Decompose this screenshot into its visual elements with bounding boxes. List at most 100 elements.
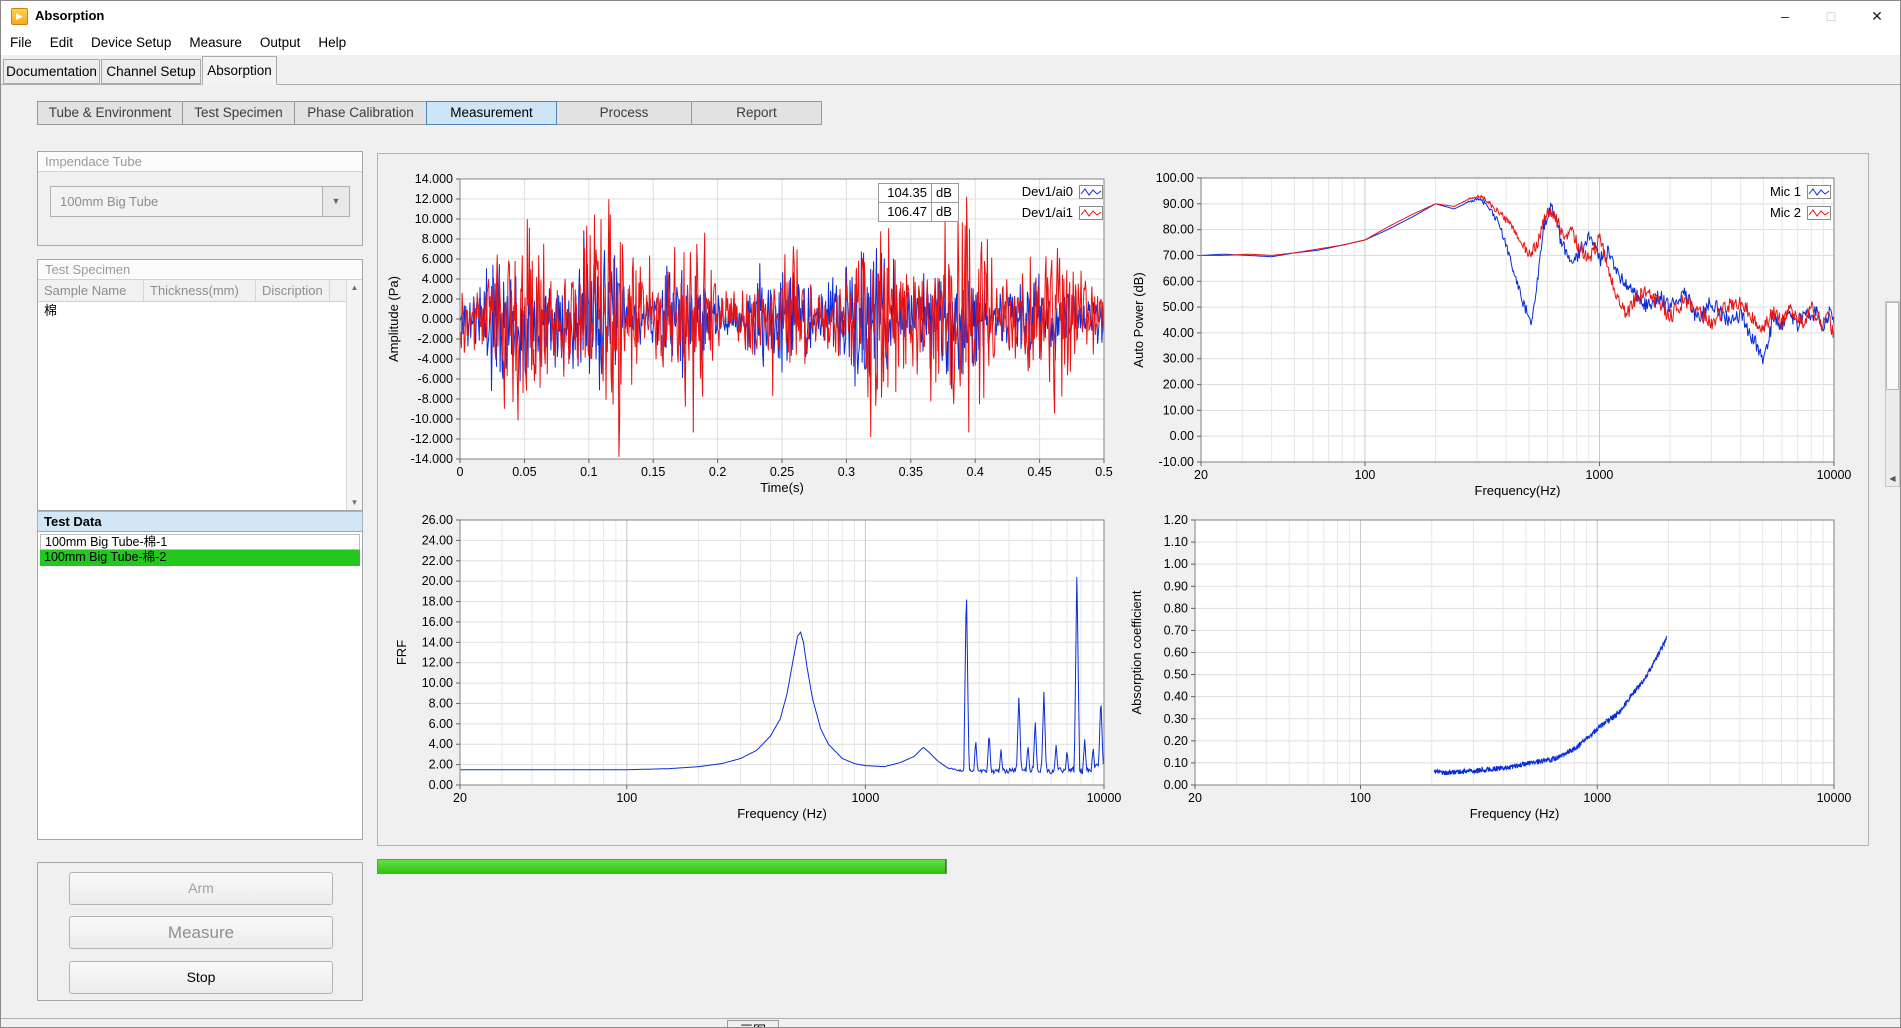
- svg-text:0.00: 0.00: [1164, 778, 1188, 792]
- svg-text:60.00: 60.00: [1163, 274, 1194, 288]
- tab-documentation[interactable]: Documentation: [3, 59, 100, 84]
- svg-text:6.000: 6.000: [422, 252, 453, 266]
- impedance-tube-dropdown[interactable]: 100mm Big Tube ▼: [50, 186, 350, 217]
- test-specimen-table-body: 棉: [38, 302, 346, 510]
- legend-item[interactable]: Mic 1: [1717, 181, 1831, 202]
- right-scrollbar[interactable]: ◀: [1885, 301, 1900, 487]
- bottom-tab-drawing[interactable]: 画图: [727, 1020, 779, 1028]
- svg-text:1000: 1000: [851, 791, 879, 805]
- legend-item[interactable]: Dev1/ai1: [989, 202, 1103, 223]
- test-data-header: Test Data: [37, 511, 363, 532]
- svg-text:1000: 1000: [1583, 791, 1611, 805]
- scroll-left-icon[interactable]: ◀: [1886, 471, 1899, 486]
- svg-text:20.00: 20.00: [1163, 378, 1194, 392]
- svg-text:6.00: 6.00: [429, 717, 453, 731]
- close-button[interactable]: ✕: [1854, 1, 1900, 31]
- column-header-sample-name: Sample Name: [38, 280, 144, 301]
- test-specimen-title: Test Specimen: [38, 260, 362, 280]
- subtab-phase-calibration[interactable]: Phase Calibration: [294, 101, 427, 125]
- svg-text:100.00: 100.00: [1156, 171, 1194, 185]
- svg-text:16.00: 16.00: [422, 615, 453, 629]
- impedance-tube-panel: Impendace Tube 100mm Big Tube ▼: [37, 151, 363, 246]
- svg-text:4.00: 4.00: [429, 737, 453, 751]
- menu-item-output[interactable]: Output: [251, 31, 310, 55]
- tab-absorption[interactable]: Absorption: [202, 56, 277, 85]
- svg-text:0.10: 0.10: [1164, 756, 1188, 770]
- measurement-progress-bar: [377, 859, 947, 874]
- level-value: 104.35: [879, 184, 931, 202]
- svg-text:0.30: 0.30: [1164, 712, 1188, 726]
- level-unit: dB: [931, 203, 958, 221]
- svg-text:22.00: 22.00: [422, 554, 453, 568]
- legend-label: Mic 1: [1770, 184, 1801, 199]
- svg-text:20: 20: [453, 791, 467, 805]
- auto-power-chart-legend: Mic 1 Mic 2: [1717, 181, 1831, 223]
- svg-text:100: 100: [1350, 791, 1371, 805]
- legend-label: Dev1/ai1: [1022, 205, 1073, 220]
- menu-item-device-setup[interactable]: Device Setup: [82, 31, 180, 55]
- svg-text:0.5: 0.5: [1095, 465, 1112, 479]
- svg-text:10.00: 10.00: [1163, 403, 1194, 417]
- window-title: Absorption: [35, 1, 104, 31]
- scroll-down-icon[interactable]: ▼: [347, 498, 362, 507]
- menu-item-edit[interactable]: Edit: [41, 31, 82, 55]
- svg-text:10000: 10000: [1817, 468, 1852, 482]
- svg-text:Auto Power (dB): Auto Power (dB): [1131, 272, 1146, 367]
- table-row[interactable]: 棉: [38, 302, 346, 320]
- svg-text:2.000: 2.000: [422, 292, 453, 306]
- svg-text:0.80: 0.80: [1164, 601, 1188, 615]
- svg-text:0.2: 0.2: [709, 465, 726, 479]
- measurement-progress-fill: [378, 860, 946, 873]
- stop-button[interactable]: Stop: [69, 961, 333, 994]
- svg-text:0.15: 0.15: [641, 465, 665, 479]
- svg-text:20: 20: [1188, 791, 1202, 805]
- menu-item-measure[interactable]: Measure: [180, 31, 251, 55]
- right-scrollbar-thumb[interactable]: [1886, 302, 1899, 390]
- svg-text:14.000: 14.000: [415, 172, 453, 186]
- table-scrollbar[interactable]: ▲ ▼: [346, 280, 362, 510]
- svg-text:0.00: 0.00: [429, 778, 453, 792]
- frf-chart: 26.0024.0022.0020.0018.0016.0014.0012.00…: [386, 506, 1126, 828]
- svg-text:-14.000: -14.000: [411, 452, 453, 466]
- svg-text:100: 100: [616, 791, 637, 805]
- minimize-button[interactable]: –: [1762, 1, 1808, 31]
- svg-text:14.00: 14.00: [422, 635, 453, 649]
- tab-channel-setup[interactable]: Channel Setup: [101, 59, 201, 84]
- svg-text:10.000: 10.000: [415, 212, 453, 226]
- svg-text:Frequency (Hz): Frequency (Hz): [737, 806, 827, 821]
- svg-text:2.00: 2.00: [429, 758, 453, 772]
- measure-button[interactable]: Measure: [69, 916, 333, 949]
- svg-text:Amplitude (Pa): Amplitude (Pa): [386, 276, 401, 362]
- subtab-process[interactable]: Process: [556, 101, 692, 125]
- subtab-test-specimen[interactable]: Test Specimen: [182, 101, 295, 125]
- test-data-item[interactable]: 100mm Big Tube-棉-1: [40, 534, 360, 550]
- svg-text:90.00: 90.00: [1163, 197, 1194, 211]
- legend-item[interactable]: Dev1/ai0: [989, 181, 1103, 202]
- svg-text:10000: 10000: [1817, 791, 1852, 805]
- svg-text:Frequency (Hz): Frequency (Hz): [1470, 806, 1560, 821]
- main-tab-strip: Documentation Channel Setup Absorption: [1, 55, 1900, 85]
- svg-text:0: 0: [457, 465, 464, 479]
- svg-text:100: 100: [1355, 468, 1376, 482]
- svg-text:0.60: 0.60: [1164, 646, 1188, 660]
- legend-item[interactable]: Mic 2: [1717, 202, 1831, 223]
- chevron-down-icon[interactable]: ▼: [322, 187, 349, 216]
- arm-button[interactable]: Arm: [69, 872, 333, 905]
- level-readout-ai0: 104.35 dB: [878, 183, 959, 203]
- subtab-tube-environment[interactable]: Tube & Environment: [37, 101, 183, 125]
- menu-item-file[interactable]: File: [1, 31, 41, 55]
- svg-text:24.00: 24.00: [422, 533, 453, 547]
- svg-text:50.00: 50.00: [1163, 300, 1194, 314]
- svg-text:FRF: FRF: [394, 640, 409, 665]
- svg-text:-10.00: -10.00: [1159, 455, 1194, 469]
- measurement-controls-panel: Arm Measure Stop: [37, 862, 363, 1001]
- svg-text:26.00: 26.00: [422, 513, 453, 527]
- svg-text:-6.000: -6.000: [418, 372, 453, 386]
- svg-text:18.00: 18.00: [422, 595, 453, 609]
- subtab-report[interactable]: Report: [691, 101, 822, 125]
- menu-item-help[interactable]: Help: [309, 31, 355, 55]
- test-data-item-selected[interactable]: 100mm Big Tube-棉-2: [40, 550, 360, 566]
- maximize-button: □: [1808, 1, 1854, 31]
- subtab-measurement[interactable]: Measurement: [426, 101, 557, 125]
- scroll-up-icon[interactable]: ▲: [347, 283, 362, 292]
